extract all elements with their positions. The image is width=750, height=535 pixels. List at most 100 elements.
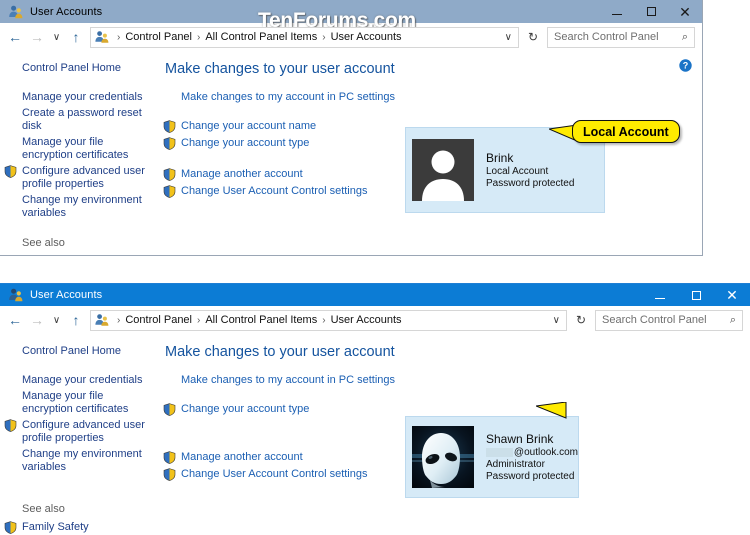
- shield-icon: [4, 521, 17, 534]
- sidebar-item-file-encryption-certificates[interactable]: Manage your file encryption certificates: [0, 390, 157, 415]
- back-icon: ←: [8, 312, 22, 328]
- user-accounts-window-inactive: User Accounts ✕ ← → ∨ ↑ › Control Panel …: [0, 0, 703, 256]
- sidebar-item-advanced-user-profile[interactable]: Configure advanced user profile properti…: [0, 165, 157, 190]
- sidebar-item-label: Change my environment variables: [22, 448, 142, 473]
- search-box-bottom[interactable]: Search Control Panel ⌕: [595, 309, 743, 331]
- sidebar-item-control-panel-home[interactable]: Control Panel Home: [0, 62, 157, 75]
- user-accounts-icon: [8, 4, 24, 20]
- breadcrumb-user-accounts[interactable]: User Accounts: [330, 314, 403, 326]
- back-button-top[interactable]: ←: [4, 26, 26, 48]
- close-button-bottom[interactable]: ✕: [714, 284, 750, 306]
- sidebar-item-manage-credentials[interactable]: Manage your credentials: [0, 91, 157, 104]
- sidebar-item-password-reset-disk[interactable]: Create a password reset disk: [0, 107, 157, 132]
- back-button-bottom[interactable]: ←: [4, 309, 26, 331]
- sidebar-item-label: Configure advanced user profile properti…: [22, 165, 145, 190]
- sidebar-item-label: Manage your file encryption certificates: [22, 136, 129, 161]
- account-email: @outlook.com: [486, 447, 578, 459]
- link-pc-settings-top[interactable]: Make changes to my account in PC setting…: [157, 91, 702, 103]
- shield-icon: [163, 137, 176, 150]
- sidebar-item-control-panel-home[interactable]: Control Panel Home: [0, 345, 157, 358]
- close-button-top[interactable]: ✕: [668, 0, 702, 23]
- maximize-button-bottom[interactable]: [678, 284, 714, 306]
- forward-button-bottom[interactable]: →: [26, 309, 48, 331]
- account-email-domain: @outlook.com: [513, 446, 578, 458]
- forward-icon: →: [30, 29, 44, 45]
- up-button-bottom[interactable]: ↑: [65, 309, 87, 331]
- sidebar-see-also-heading: See also: [22, 237, 65, 249]
- breadcrumb-sep: ›: [197, 314, 201, 326]
- help-icon[interactable]: ?: [679, 59, 692, 72]
- shield-icon: [163, 451, 176, 464]
- breadcrumb-sep: ›: [117, 314, 121, 326]
- search-icon: ⌕: [729, 313, 737, 326]
- sidebar-item-family-safety[interactable]: Family Safety: [0, 521, 157, 534]
- recent-locations-button-bottom[interactable]: ∨: [48, 309, 65, 331]
- sidebar-item-label: Control Panel Home: [22, 62, 122, 74]
- forward-button-top[interactable]: →: [26, 26, 48, 48]
- user-accounts-window-active: User Accounts ✕ ← → ∨ ↑ › Control Panel …: [0, 283, 750, 535]
- account-password-status: Password protected: [486, 470, 575, 482]
- titlebar-bottom: User Accounts ✕: [0, 284, 750, 306]
- breadcrumb-bar-top[interactable]: › Control Panel › All Control Panel Item…: [90, 26, 519, 48]
- shield-icon: [4, 165, 17, 178]
- sidebar-item-file-encryption-certificates[interactable]: Manage your file encryption certificates: [0, 136, 157, 161]
- refresh-icon: ↻: [575, 313, 587, 327]
- window-body-top: Control Panel Home Manage your credentia…: [0, 51, 702, 255]
- shield-icon: [163, 120, 176, 133]
- address-dropdown-icon[interactable]: ∨: [501, 32, 518, 43]
- refresh-icon: ↻: [527, 30, 539, 44]
- screenshot-root: User Accounts ✕ ← → ∨ ↑ › Control Panel …: [0, 0, 750, 535]
- maximize-button-top[interactable]: [634, 0, 668, 23]
- sidebar-item-manage-credentials[interactable]: Manage your credentials: [0, 374, 157, 387]
- recent-locations-button-top[interactable]: ∨: [48, 26, 65, 48]
- refresh-button-bottom[interactable]: ↻: [571, 309, 591, 331]
- avatar: [412, 426, 474, 488]
- search-box-top[interactable]: Search Control Panel ⌕: [547, 26, 695, 48]
- breadcrumb-sep: ›: [117, 31, 121, 43]
- callout-pointer-email-address: [536, 402, 567, 419]
- address-dropdown-icon[interactable]: ∨: [549, 315, 566, 326]
- sidebar-item-environment-variables[interactable]: Change my environment variables: [0, 448, 157, 473]
- minimize-button-top[interactable]: [600, 0, 634, 23]
- window-body-bottom: Control Panel Home Manage your credentia…: [0, 334, 750, 535]
- breadcrumb-sep: ›: [197, 31, 201, 43]
- breadcrumb-all-items[interactable]: All Control Panel Items: [204, 31, 318, 43]
- arrow-up-icon: ↑: [72, 312, 80, 328]
- sidebar-bottom: Control Panel Home Manage your credentia…: [0, 334, 157, 535]
- main-pane-bottom: Make changes to your user account Make c…: [157, 334, 750, 535]
- link-label: Change your account name: [181, 120, 317, 132]
- shield-icon: [163, 403, 176, 416]
- shield-icon: [163, 185, 176, 198]
- refresh-button-top[interactable]: ↻: [523, 26, 543, 48]
- chevron-down-icon: ∨: [52, 31, 61, 43]
- breadcrumb-bar-bottom[interactable]: › Control Panel › All Control Panel Item…: [90, 309, 567, 331]
- sidebar-item-family-safety[interactable]: Family Safety: [0, 255, 157, 256]
- up-button-top[interactable]: ↑: [65, 26, 87, 48]
- sidebar-item-label: Family Safety: [22, 255, 151, 256]
- control-panel-icon: [94, 29, 110, 45]
- sidebar-item-advanced-user-profile[interactable]: Configure advanced user profile properti…: [0, 419, 157, 444]
- sidebar-item-environment-variables[interactable]: Change my environment variables: [0, 194, 157, 219]
- sidebar-top: Control Panel Home Manage your credentia…: [0, 51, 157, 255]
- forward-icon: →: [30, 312, 44, 328]
- search-input-bottom[interactable]: Search Control Panel: [596, 314, 724, 326]
- breadcrumb-sep: ›: [322, 314, 326, 326]
- caption-buttons-bottom: ✕: [642, 284, 750, 306]
- sidebar-see-also-heading: See also: [22, 503, 65, 515]
- page-title-bottom: Make changes to your user account: [165, 344, 395, 360]
- account-name: Brink: [486, 150, 514, 165]
- search-input-top[interactable]: Search Control Panel: [548, 31, 676, 43]
- minimize-button-bottom[interactable]: [642, 284, 678, 306]
- main-pane-top: ? Make changes to your user account Make…: [157, 51, 702, 255]
- control-panel-icon: [94, 312, 110, 328]
- breadcrumb-control-panel[interactable]: Control Panel: [124, 314, 193, 326]
- breadcrumb-user-accounts[interactable]: User Accounts: [330, 31, 403, 43]
- link-label: Change User Account Control settings: [181, 185, 368, 197]
- caption-buttons-top: ✕: [600, 0, 702, 23]
- breadcrumb-control-panel[interactable]: Control Panel: [124, 31, 193, 43]
- sidebar-item-label: Manage your credentials: [22, 90, 143, 103]
- breadcrumb-all-items[interactable]: All Control Panel Items: [204, 314, 318, 326]
- link-label: Change User Account Control settings: [181, 468, 368, 480]
- sidebar-item-label: Manage your credentials: [22, 373, 143, 386]
- link-pc-settings-bottom[interactable]: Make changes to my account in PC setting…: [157, 374, 750, 386]
